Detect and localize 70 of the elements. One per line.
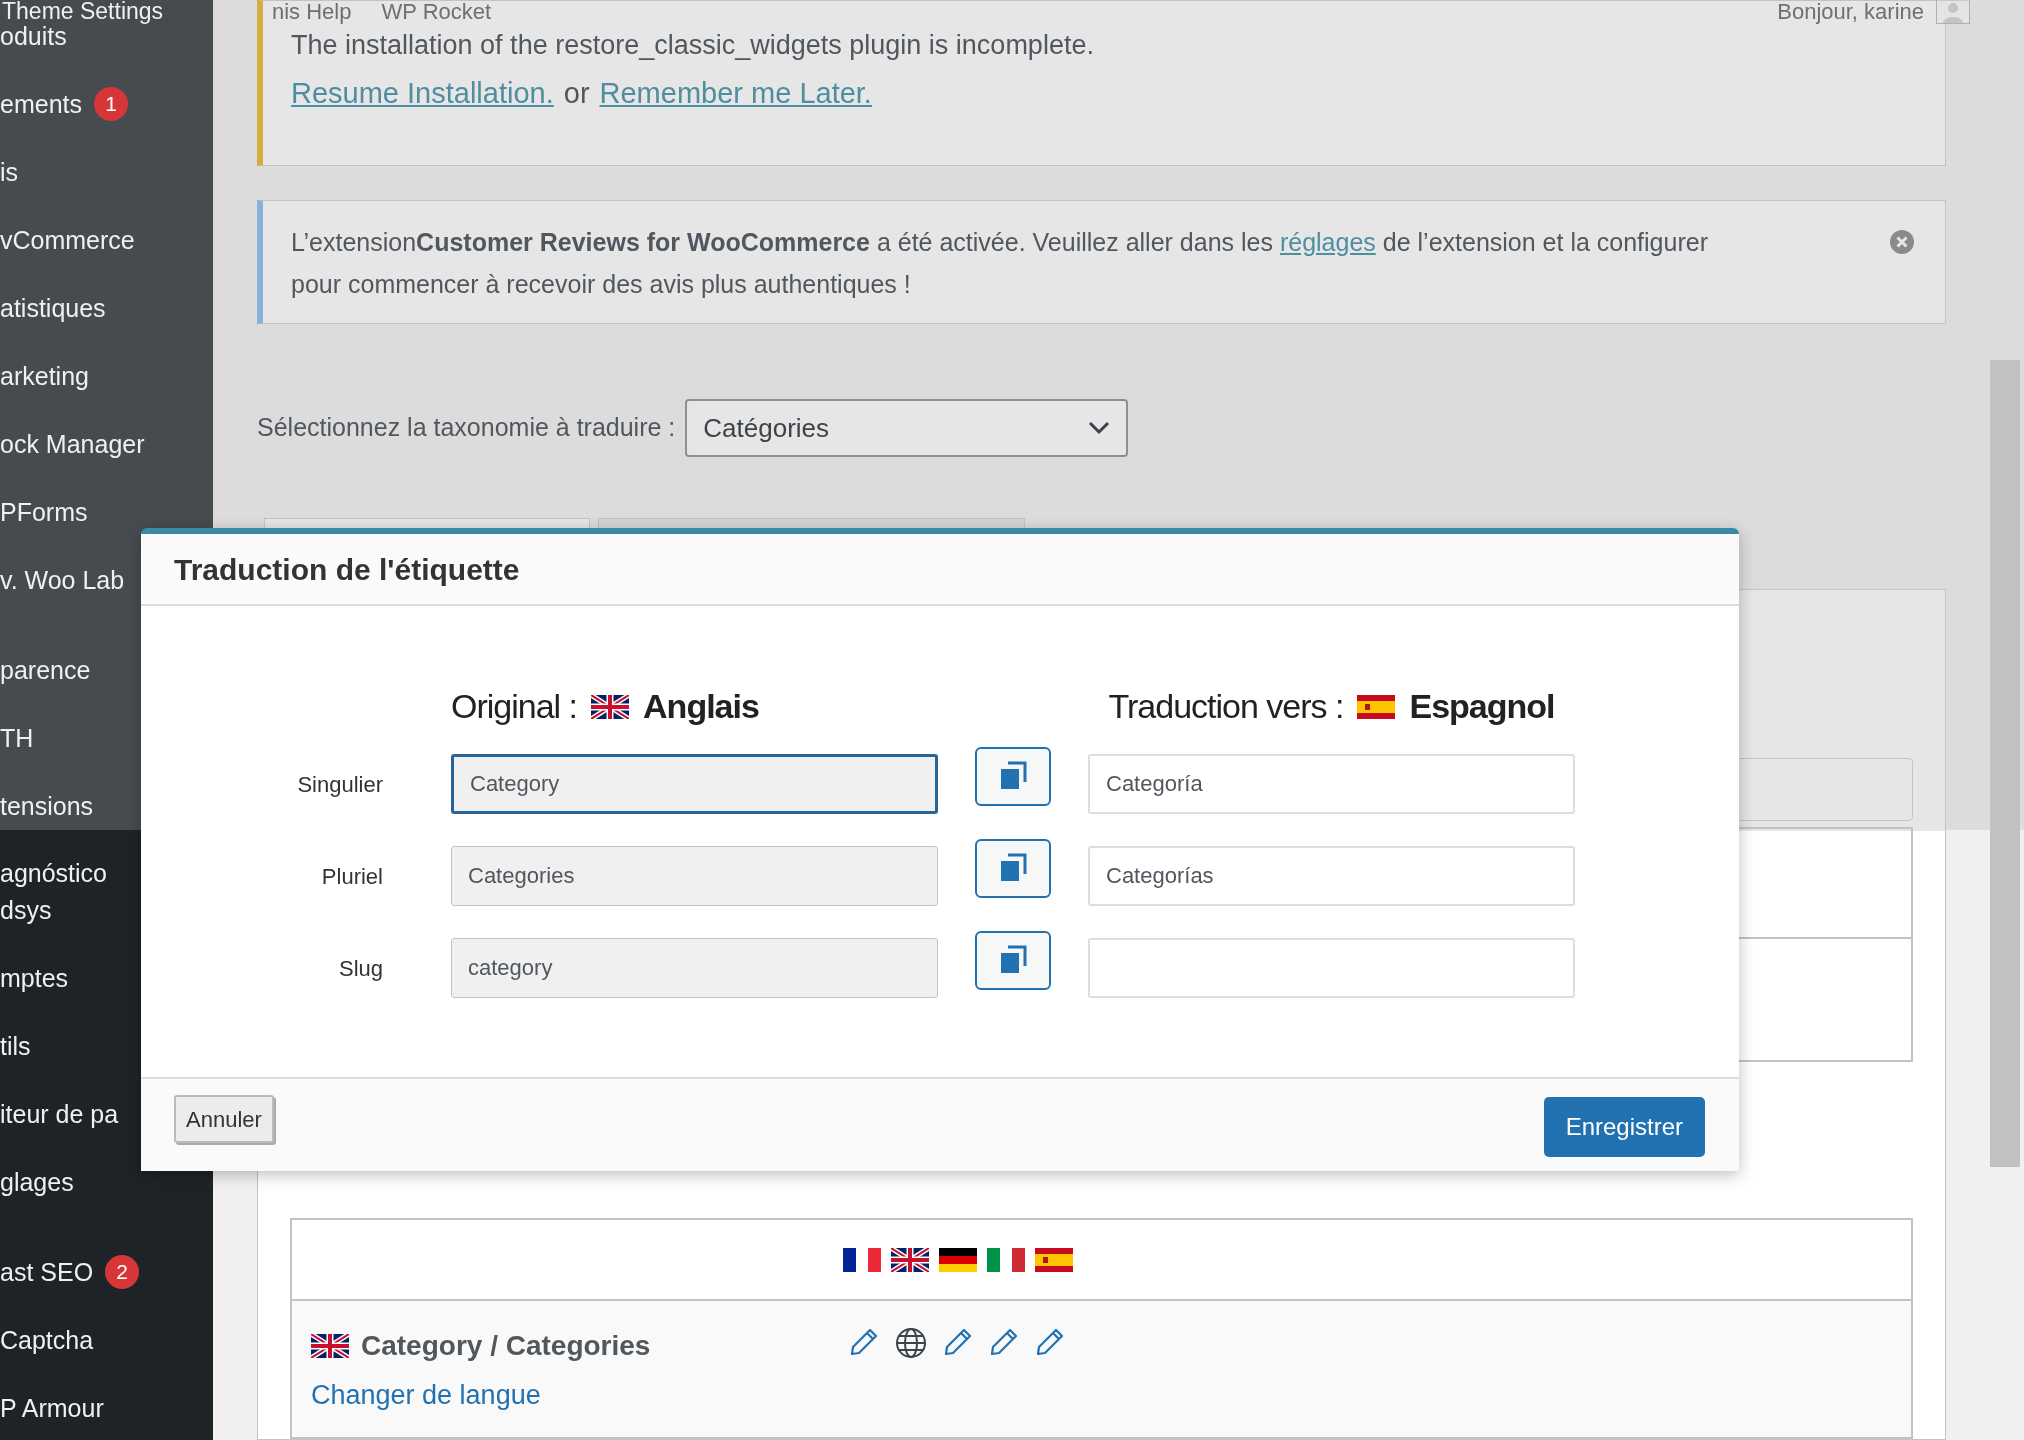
copy-button[interactable]	[975, 930, 1051, 990]
pencil-icon[interactable]	[943, 1327, 973, 1357]
cancel-button[interactable]: Annuler	[174, 1095, 274, 1143]
uk-flag-icon	[591, 694, 630, 719]
field-label: Pluriel	[321, 862, 383, 891]
french-flag-icon	[843, 1247, 881, 1272]
target-language: Espagnol	[1409, 686, 1555, 727]
change-language-link[interactable]: Changer de langue	[311, 1375, 849, 1416]
spanish-flag-icon	[1035, 1247, 1073, 1272]
sidebar-item[interactable]: TH	[0, 719, 34, 757]
taxonomy-label: Sélectionnez la taxonomie à traduire :	[257, 412, 676, 444]
greeting-text[interactable]: Bonjour, karine	[1777, 0, 1924, 24]
sidebar-item[interactable]: ock Manager	[0, 425, 145, 463]
field-label: Slug	[338, 954, 383, 983]
sidebar-item[interactable]: parence	[0, 651, 91, 689]
sidebar-item[interactable]: P Armour	[0, 1389, 104, 1427]
scrollbar-thumb[interactable]	[1990, 360, 2020, 1167]
spanish-flag-icon	[1357, 694, 1396, 719]
italian-flag-icon	[987, 1247, 1025, 1272]
sidebar-item[interactable]: vCommerce	[0, 221, 135, 259]
translation-field[interactable]: Categoría	[1088, 754, 1575, 814]
original-label: Original :	[451, 686, 578, 727]
sidebar-item[interactable]: tils	[0, 1027, 31, 1065]
sidebar-item[interactable]: agnóstico dsys	[0, 855, 108, 929]
sidebar-item[interactable]: mptes	[0, 959, 69, 997]
sidebar-item[interactable]: is	[0, 153, 19, 191]
copy-icon	[999, 853, 1027, 883]
sidebar-item[interactable]: arketing	[0, 357, 89, 395]
globe-icon[interactable]	[895, 1327, 927, 1359]
sidebar-item[interactable]: Captcha	[0, 1321, 94, 1359]
sidebar-item[interactable]: PForms	[0, 493, 88, 531]
notice-text: L’extensionCustomer Reviews for WooCommerce a été activée. Veuillez aller dans les réglages de l’extension et la configurer pour commencer à recevoir des avis plus authentiques !	[291, 227, 1709, 300]
german-flag-icon	[939, 1247, 977, 1272]
sidebar-item[interactable]: glages	[0, 1163, 74, 1201]
sidebar-item[interactable]: atistiques	[0, 289, 106, 327]
field-label: Singulier	[297, 770, 383, 799]
pencil-icon[interactable]	[989, 1327, 1019, 1357]
original-field[interactable]: Categories	[451, 846, 938, 906]
uk-flag-icon	[311, 1334, 349, 1358]
translation-field[interactable]: Categorías	[1088, 846, 1575, 906]
admin-bar-item[interactable]: WP Rocket	[381, 0, 492, 24]
admin-bar-item[interactable]: Theme Settings	[2, 0, 242, 22]
source-language: Anglais	[643, 686, 759, 727]
term-title: Category / Categories	[361, 1329, 651, 1363]
chevron-down-icon	[1088, 421, 1111, 435]
copy-button[interactable]	[975, 746, 1051, 806]
sidebar-item[interactable]: tensions	[0, 787, 94, 825]
close-icon[interactable]	[1889, 229, 1915, 255]
translation-field[interactable]	[1088, 938, 1575, 998]
pencil-icon[interactable]	[1035, 1327, 1065, 1357]
copy-button[interactable]	[975, 838, 1051, 898]
sidebar-item[interactable]: ast SEO	[0, 1253, 94, 1291]
original-field[interactable]: category	[451, 938, 938, 998]
target-label: Traduction vers :	[1108, 686, 1344, 727]
sidebar-item[interactable]: ements	[0, 85, 82, 123]
save-button[interactable]: Enregistrer	[1543, 1097, 1705, 1157]
copy-icon	[999, 761, 1027, 791]
dialog-title: Traduction de l'étiquette	[174, 551, 520, 588]
uk-flag-icon	[891, 1247, 929, 1272]
original-field[interactable]: Category	[451, 754, 938, 814]
count-badge: 1	[94, 87, 128, 121]
notice-text: The installation of the restore_classic_widgets plugin is incomplete.	[291, 29, 1095, 61]
taxonomy-select[interactable]: Catégories	[685, 399, 1129, 457]
sidebar-item[interactable]: v. Woo Lab	[0, 561, 125, 599]
sidebar-item[interactable]: iteur de pa	[0, 1095, 119, 1133]
or-text: or	[563, 76, 590, 111]
count-badge: 2	[105, 1255, 140, 1289]
pencil-icon[interactable]	[849, 1327, 879, 1357]
admin-bar-item[interactable]: nis Help	[272, 0, 352, 24]
copy-icon	[999, 945, 1027, 975]
